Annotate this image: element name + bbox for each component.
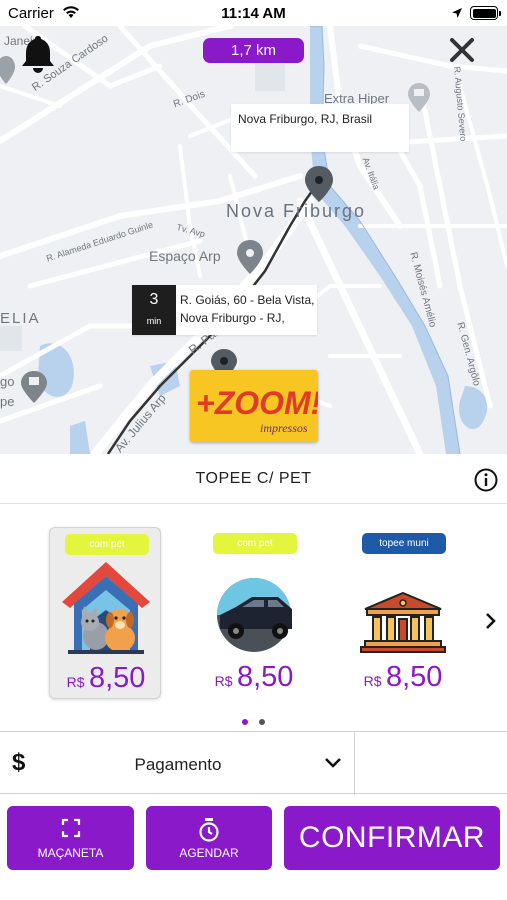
option-card-pet-selected[interactable]: com pet R$ 8,50 (49, 527, 161, 699)
svg-text:+ZOOM!: +ZOOM! (196, 385, 318, 421)
page-indicator[interactable] (0, 712, 507, 730)
origin-address: R. Goiás, 60 - Bela Vista, Nova Friburgo… (180, 291, 315, 327)
service-title: TOPEE C/ PET (195, 470, 312, 487)
map-label-espaco-arp: Espaço Arp (149, 248, 221, 264)
close-icon[interactable] (448, 36, 476, 64)
price-value: 8,50 (88, 662, 146, 694)
option-price: R$ 8,50 (50, 662, 162, 695)
map-label-edge: pe (0, 394, 15, 409)
price-value: 8,50 (385, 661, 443, 693)
option-tag: com pet (213, 533, 297, 554)
stopwatch-icon (146, 818, 272, 847)
distance-badge: 1,7 km (203, 38, 304, 63)
handle-button[interactable]: MAÇANETA (7, 806, 134, 870)
price-currency: R$ (363, 673, 382, 689)
option-tag: com pet (65, 534, 149, 555)
payment-selector[interactable]: $ Pagamento (0, 731, 507, 795)
chevron-down-icon[interactable] (324, 756, 342, 774)
eta-badge: 3 min (132, 285, 176, 335)
expand-icon (7, 818, 134, 843)
handle-button-label: MAÇANETA (37, 846, 104, 860)
schedule-button-label: AGENDAR (179, 846, 239, 860)
payment-label: Pagamento (134, 755, 222, 774)
price-currency: R$ (66, 674, 85, 690)
status-bar: Carrier 11:14 AM (0, 0, 507, 26)
chevron-right-icon[interactable] (484, 612, 498, 635)
map-label-edge: ELIA (0, 310, 41, 327)
municipal-building-icon (357, 557, 449, 653)
divider (354, 732, 355, 795)
origin-callout: 3 min R. Goiás, 60 - Bela Vista, Nova Fr… (132, 285, 317, 335)
option-price: R$ 8,50 (198, 661, 310, 694)
bell-icon[interactable] (20, 34, 56, 81)
option-card-municipal[interactable]: topee muni R$ 8,50 (347, 527, 459, 699)
location-arrow-icon (451, 6, 463, 24)
price-value: 8,50 (236, 661, 294, 693)
battery-icon (470, 6, 501, 20)
origin-address-line1: R. Goiás, 60 - Bela Vista, (180, 293, 315, 307)
destination-address: Nova Friburgo, RJ, Brasil (238, 112, 373, 126)
confirm-button[interactable]: CONFIRMAR (284, 806, 500, 870)
origin-address-line2: Nova Friburgo - RJ, (180, 311, 285, 325)
service-header: TOPEE C/ PET (0, 454, 507, 504)
map-label-edge: go (0, 374, 15, 389)
svg-text:impressos: impressos (260, 421, 308, 435)
car-icon (208, 557, 300, 653)
zoom-impressos-logo: +ZOOM! impressos (190, 370, 322, 442)
schedule-button[interactable]: AGENDAR (146, 806, 272, 870)
option-price: R$ 8,50 (347, 661, 459, 694)
vehicle-options-carousel[interactable]: com pet R$ 8,50 com pet R$ 8,50 topee mu… (0, 505, 507, 731)
eta-value: 3 (149, 291, 159, 308)
destination-callout: Nova Friburgo, RJ, Brasil (231, 104, 409, 152)
option-tag: topee muni (362, 533, 446, 554)
eta-unit: min (146, 316, 162, 326)
clock: 11:14 AM (221, 5, 286, 22)
info-icon[interactable] (474, 468, 498, 492)
page-dot-active[interactable] (242, 719, 249, 725)
map-label-city: Nova Friburgo (226, 201, 367, 221)
option-card-car[interactable]: com pet R$ 8,50 (198, 527, 310, 699)
map-view[interactable]: Nova Friburgo Espaço Arp Extra Hiper R. … (0, 26, 507, 454)
price-currency: R$ (214, 673, 233, 689)
pets-house-icon (60, 558, 152, 654)
page-dot[interactable] (258, 719, 265, 725)
